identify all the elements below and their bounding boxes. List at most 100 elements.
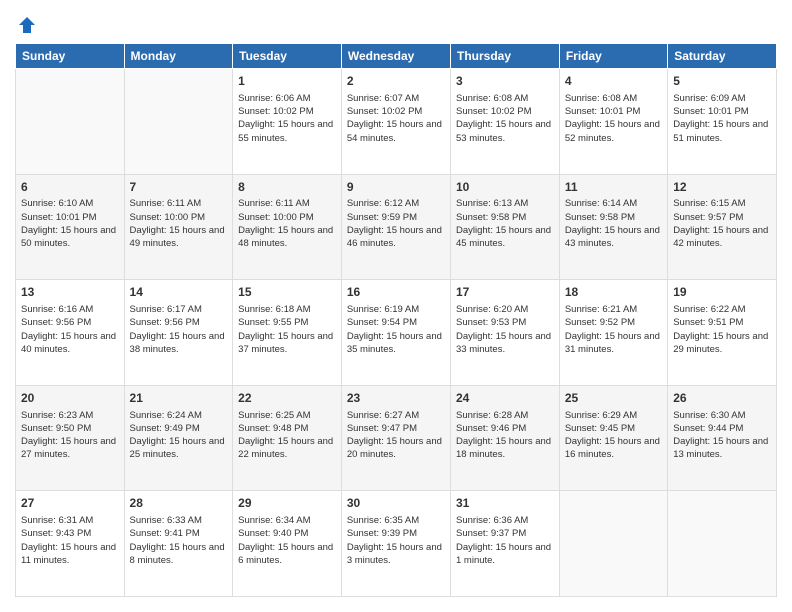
sunrise-text: Sunrise: 6:25 AM (238, 409, 336, 422)
calendar: SundayMondayTuesdayWednesdayThursdayFrid… (15, 43, 777, 597)
daylight-text: Daylight: 15 hours and 3 minutes. (347, 541, 445, 568)
sunset-text: Sunset: 10:02 PM (238, 105, 336, 118)
sunrise-text: Sunrise: 6:08 AM (456, 92, 554, 105)
calendar-cell: 5Sunrise: 6:09 AMSunset: 10:01 PMDayligh… (668, 69, 777, 175)
day-number: 4 (565, 73, 662, 90)
sunrise-text: Sunrise: 6:31 AM (21, 514, 119, 527)
daylight-text: Daylight: 15 hours and 49 minutes. (130, 224, 228, 251)
day-header-saturday: Saturday (668, 44, 777, 69)
sunrise-text: Sunrise: 6:34 AM (238, 514, 336, 527)
day-number: 31 (456, 495, 554, 512)
daylight-text: Daylight: 15 hours and 29 minutes. (673, 330, 771, 357)
day-number: 13 (21, 284, 119, 301)
calendar-cell: 26Sunrise: 6:30 AMSunset: 9:44 PMDayligh… (668, 385, 777, 491)
sunrise-text: Sunrise: 6:30 AM (673, 409, 771, 422)
sunset-text: Sunset: 9:56 PM (130, 316, 228, 329)
calendar-cell: 18 Sunrise: 6:21 AMSunset: 9:52 PMDayligh… (559, 280, 667, 386)
page: SundayMondayTuesdayWednesdayThursdayFrid… (0, 0, 792, 612)
sunrise-text: Sunrise: 6:15 AM (673, 197, 771, 210)
daylight-text: Daylight: 15 hours and 52 minutes. (565, 118, 662, 145)
sunrise-text: Sunrise: 6:11 AM (130, 197, 228, 210)
daylight-text: Daylight: 15 hours and 43 minutes. (565, 224, 662, 251)
sunrise-text: Sunrise: 6:18 AM (238, 303, 336, 316)
daylight-text: Daylight: 15 hours and 31 minutes. (565, 330, 662, 357)
day-number: 19 (673, 284, 771, 301)
sunrise-text: Sunrise: 6:11 AM (238, 197, 336, 210)
sunrise-text: Sunrise: 6:21 AM (565, 303, 662, 316)
calendar-cell: 3 Sunrise: 6:08 AMSunset: 10:02 PMDayligh… (451, 69, 560, 175)
calendar-cell: 17Sunrise: 6:20 AMSunset: 9:53 PMDayligh… (451, 280, 560, 386)
sunset-text: Sunset: 9:58 PM (456, 211, 554, 224)
calendar-cell: 16Sunrise: 6:19 AMSunset: 9:54 PMDayligh… (341, 280, 450, 386)
day-header-thursday: Thursday (451, 44, 560, 69)
sunset-text: Sunset: 9:54 PM (347, 316, 445, 329)
sunrise-text: Sunrise: 6:09 AM (673, 92, 771, 105)
sunrise-text: Sunrise: 6:17 AM (130, 303, 228, 316)
calendar-cell: 12Sunrise: 6:15 AMSunset: 9:57 PMDayligh… (668, 174, 777, 280)
sunset-text: Sunset: 9:53 PM (456, 316, 554, 329)
sunset-text: Sunset: 10:00 PM (238, 211, 336, 224)
day-number: 3 (456, 73, 554, 90)
day-header-wednesday: Wednesday (341, 44, 450, 69)
day-number: 1 (238, 73, 336, 90)
sunset-text: Sunset: 9:48 PM (238, 422, 336, 435)
daylight-text: Daylight: 15 hours and 27 minutes. (21, 435, 119, 462)
sunrise-text: Sunrise: 6:23 AM (21, 409, 119, 422)
daylight-text: Daylight: 15 hours and 53 minutes. (456, 118, 554, 145)
day-number: 27 (21, 495, 119, 512)
sunset-text: Sunset: 9:45 PM (565, 422, 662, 435)
sunset-text: Sunset: 9:55 PM (238, 316, 336, 329)
sunrise-text: Sunrise: 6:20 AM (456, 303, 554, 316)
sunset-text: Sunset: 9:52 PM (565, 316, 662, 329)
sunrise-text: Sunrise: 6:07 AM (347, 92, 445, 105)
daylight-text: Daylight: 15 hours and 8 minutes. (130, 541, 228, 568)
calendar-cell: 10Sunrise: 6:13 AMSunset: 9:58 PMDayligh… (451, 174, 560, 280)
day-number: 12 (673, 179, 771, 196)
day-number: 23 (347, 390, 445, 407)
day-number: 8 (238, 179, 336, 196)
sunset-text: Sunset: 9:47 PM (347, 422, 445, 435)
calendar-cell: 31Sunrise: 6:36 AMSunset: 9:37 PMDayligh… (451, 491, 560, 597)
calendar-cell: 13Sunrise: 6:16 AMSunset: 9:56 PMDayligh… (16, 280, 125, 386)
daylight-text: Daylight: 15 hours and 54 minutes. (347, 118, 445, 145)
day-header-friday: Friday (559, 44, 667, 69)
day-number: 16 (347, 284, 445, 301)
sunset-text: Sunset: 9:58 PM (565, 211, 662, 224)
sunrise-text: Sunrise: 6:10 AM (21, 197, 119, 210)
calendar-cell: 21Sunrise: 6:24 AMSunset: 9:49 PMDayligh… (124, 385, 233, 491)
calendar-cell: 23Sunrise: 6:27 AMSunset: 9:47 PMDayligh… (341, 385, 450, 491)
calendar-cell: 22Sunrise: 6:25 AMSunset: 9:48 PMDayligh… (233, 385, 342, 491)
daylight-text: Daylight: 15 hours and 55 minutes. (238, 118, 336, 145)
calendar-cell: 19Sunrise: 6:22 AMSunset: 9:51 PMDayligh… (668, 280, 777, 386)
calendar-week-row: 6Sunrise: 6:10 AMSunset: 10:01 PMDayligh… (16, 174, 777, 280)
day-number: 28 (130, 495, 228, 512)
header (15, 15, 777, 35)
sunset-text: Sunset: 9:49 PM (130, 422, 228, 435)
day-number: 10 (456, 179, 554, 196)
sunset-text: Sunset: 10:02 PM (456, 105, 554, 118)
daylight-text: Daylight: 15 hours and 37 minutes. (238, 330, 336, 357)
sunset-text: Sunset: 9:59 PM (347, 211, 445, 224)
sunrise-text: Sunrise: 6:12 AM (347, 197, 445, 210)
sunrise-text: Sunrise: 6:33 AM (130, 514, 228, 527)
day-number: 9 (347, 179, 445, 196)
daylight-text: Daylight: 15 hours and 45 minutes. (456, 224, 554, 251)
calendar-cell: 25Sunrise: 6:29 AMSunset: 9:45 PMDayligh… (559, 385, 667, 491)
day-number: 18 (565, 284, 662, 301)
day-header-sunday: Sunday (16, 44, 125, 69)
day-number: 26 (673, 390, 771, 407)
calendar-cell: 1 Sunrise: 6:06 AMSunset: 10:02 PMDayligh… (233, 69, 342, 175)
sunrise-text: Sunrise: 6:06 AM (238, 92, 336, 105)
sunset-text: Sunset: 9:37 PM (456, 527, 554, 540)
day-number: 29 (238, 495, 336, 512)
daylight-text: Daylight: 15 hours and 50 minutes. (21, 224, 119, 251)
day-number: 20 (21, 390, 119, 407)
sunrise-text: Sunrise: 6:24 AM (130, 409, 228, 422)
daylight-text: Daylight: 15 hours and 16 minutes. (565, 435, 662, 462)
sunset-text: Sunset: 10:01 PM (565, 105, 662, 118)
sunset-text: Sunset: 10:02 PM (347, 105, 445, 118)
sunrise-text: Sunrise: 6:22 AM (673, 303, 771, 316)
day-number: 7 (130, 179, 228, 196)
calendar-cell: 8Sunrise: 6:11 AMSunset: 10:00 PMDayligh… (233, 174, 342, 280)
day-number: 2 (347, 73, 445, 90)
